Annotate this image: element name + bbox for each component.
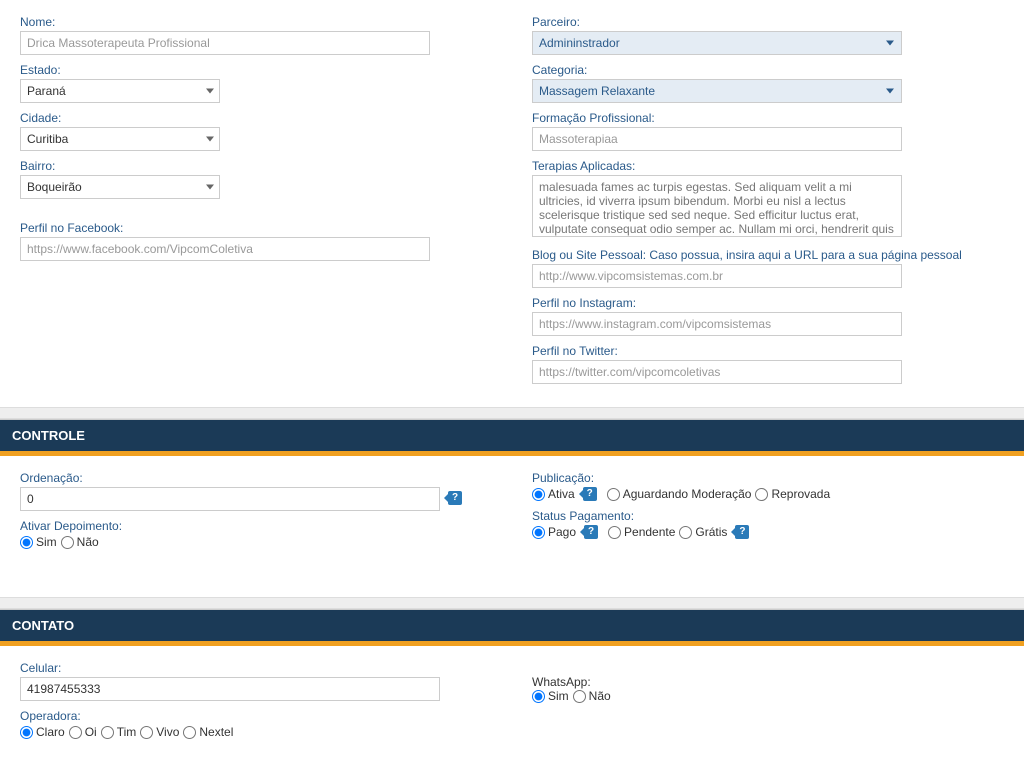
ordenacao-label: Ordenação: [20,471,492,485]
contato-right: WhatsApp: Sim Não [532,661,1004,747]
parceiro-select[interactable]: Admininstrador [532,31,902,55]
controle-body: Ordenação: ? Ativar Depoimento: Sim Não … [0,456,1024,597]
pub-aguardando[interactable]: Aguardando Moderação [607,487,752,501]
op-oi[interactable]: Oi [69,725,97,739]
contato-left: Celular: Operadora: Claro Oi Tim Vivo Ne… [20,661,492,747]
op-nextel[interactable]: Nextel [183,725,233,739]
formacao-input[interactable] [532,127,902,151]
pub-reprovada[interactable]: Reprovada [755,487,830,501]
op-claro[interactable]: Claro [20,725,65,739]
controle-header: CONTROLE [0,419,1024,451]
controle-right: Publicação: Ativa ? Aguardando Moderação… [532,471,1004,557]
help-icon[interactable]: ? [735,525,749,539]
celular-input[interactable] [20,677,440,701]
wa-nao[interactable]: Não [573,689,611,703]
depoimento-label: Ativar Depoimento: [20,519,492,533]
wa-sim[interactable]: Sim [532,689,569,703]
divider [0,597,1024,609]
status-gratis[interactable]: Grátis [679,525,727,539]
cidade-select[interactable]: Curitiba [20,127,220,151]
status-label: Status Pagamento: [532,509,1004,523]
status-pendente[interactable]: Pendente [608,525,675,539]
nome-label: Nome: [20,15,492,29]
left-column: Nome: Estado: Paraná Cidade: Curitiba Ba… [20,15,492,392]
formacao-label: Formação Profissional: [532,111,1004,125]
facebook-label: Perfil no Facebook: [20,221,492,235]
terapias-textarea[interactable] [532,175,902,237]
categoria-label: Categoria: [532,63,1004,77]
op-vivo[interactable]: Vivo [140,725,179,739]
bairro-label: Bairro: [20,159,492,173]
celular-label: Celular: [20,661,492,675]
twitter-label: Perfil no Twitter: [532,344,1004,358]
nome-input[interactable] [20,31,430,55]
twitter-input[interactable] [532,360,902,384]
whatsapp-label: WhatsApp: [532,675,591,689]
pub-ativa[interactable]: Ativa [532,487,575,501]
op-tim[interactable]: Tim [101,725,137,739]
estado-label: Estado: [20,63,492,77]
categoria-select[interactable]: Massagem Relaxante [532,79,902,103]
status-pago[interactable]: Pago [532,525,576,539]
help-icon[interactable]: ? [584,525,598,539]
contato-header: CONTATO [0,609,1024,641]
blog-label: Blog ou Site Pessoal: Caso possua, insir… [532,248,1004,262]
depoimento-nao[interactable]: Não [61,535,99,549]
contato-body: Celular: Operadora: Claro Oi Tim Vivo Ne… [0,646,1024,757]
operadora-label: Operadora: [20,709,492,723]
ordenacao-input[interactable] [20,487,440,511]
instagram-label: Perfil no Instagram: [532,296,1004,310]
right-column: Parceiro: Admininstrador Categoria: Mass… [532,15,1004,392]
help-icon[interactable]: ? [448,491,462,505]
facebook-input[interactable] [20,237,430,261]
blog-input[interactable] [532,264,902,288]
help-icon[interactable]: ? [583,487,597,501]
depoimento-sim[interactable]: Sim [20,535,57,549]
instagram-input[interactable] [532,312,902,336]
terapias-label: Terapias Aplicadas: [532,159,1004,173]
divider [0,407,1024,419]
bairro-select[interactable]: Boqueirão [20,175,220,199]
publicacao-label: Publicação: [532,471,1004,485]
cidade-label: Cidade: [20,111,492,125]
estado-select[interactable]: Paraná [20,79,220,103]
parceiro-label: Parceiro: [532,15,1004,29]
top-form: Nome: Estado: Paraná Cidade: Curitiba Ba… [0,0,1024,407]
controle-left: Ordenação: ? Ativar Depoimento: Sim Não [20,471,492,557]
